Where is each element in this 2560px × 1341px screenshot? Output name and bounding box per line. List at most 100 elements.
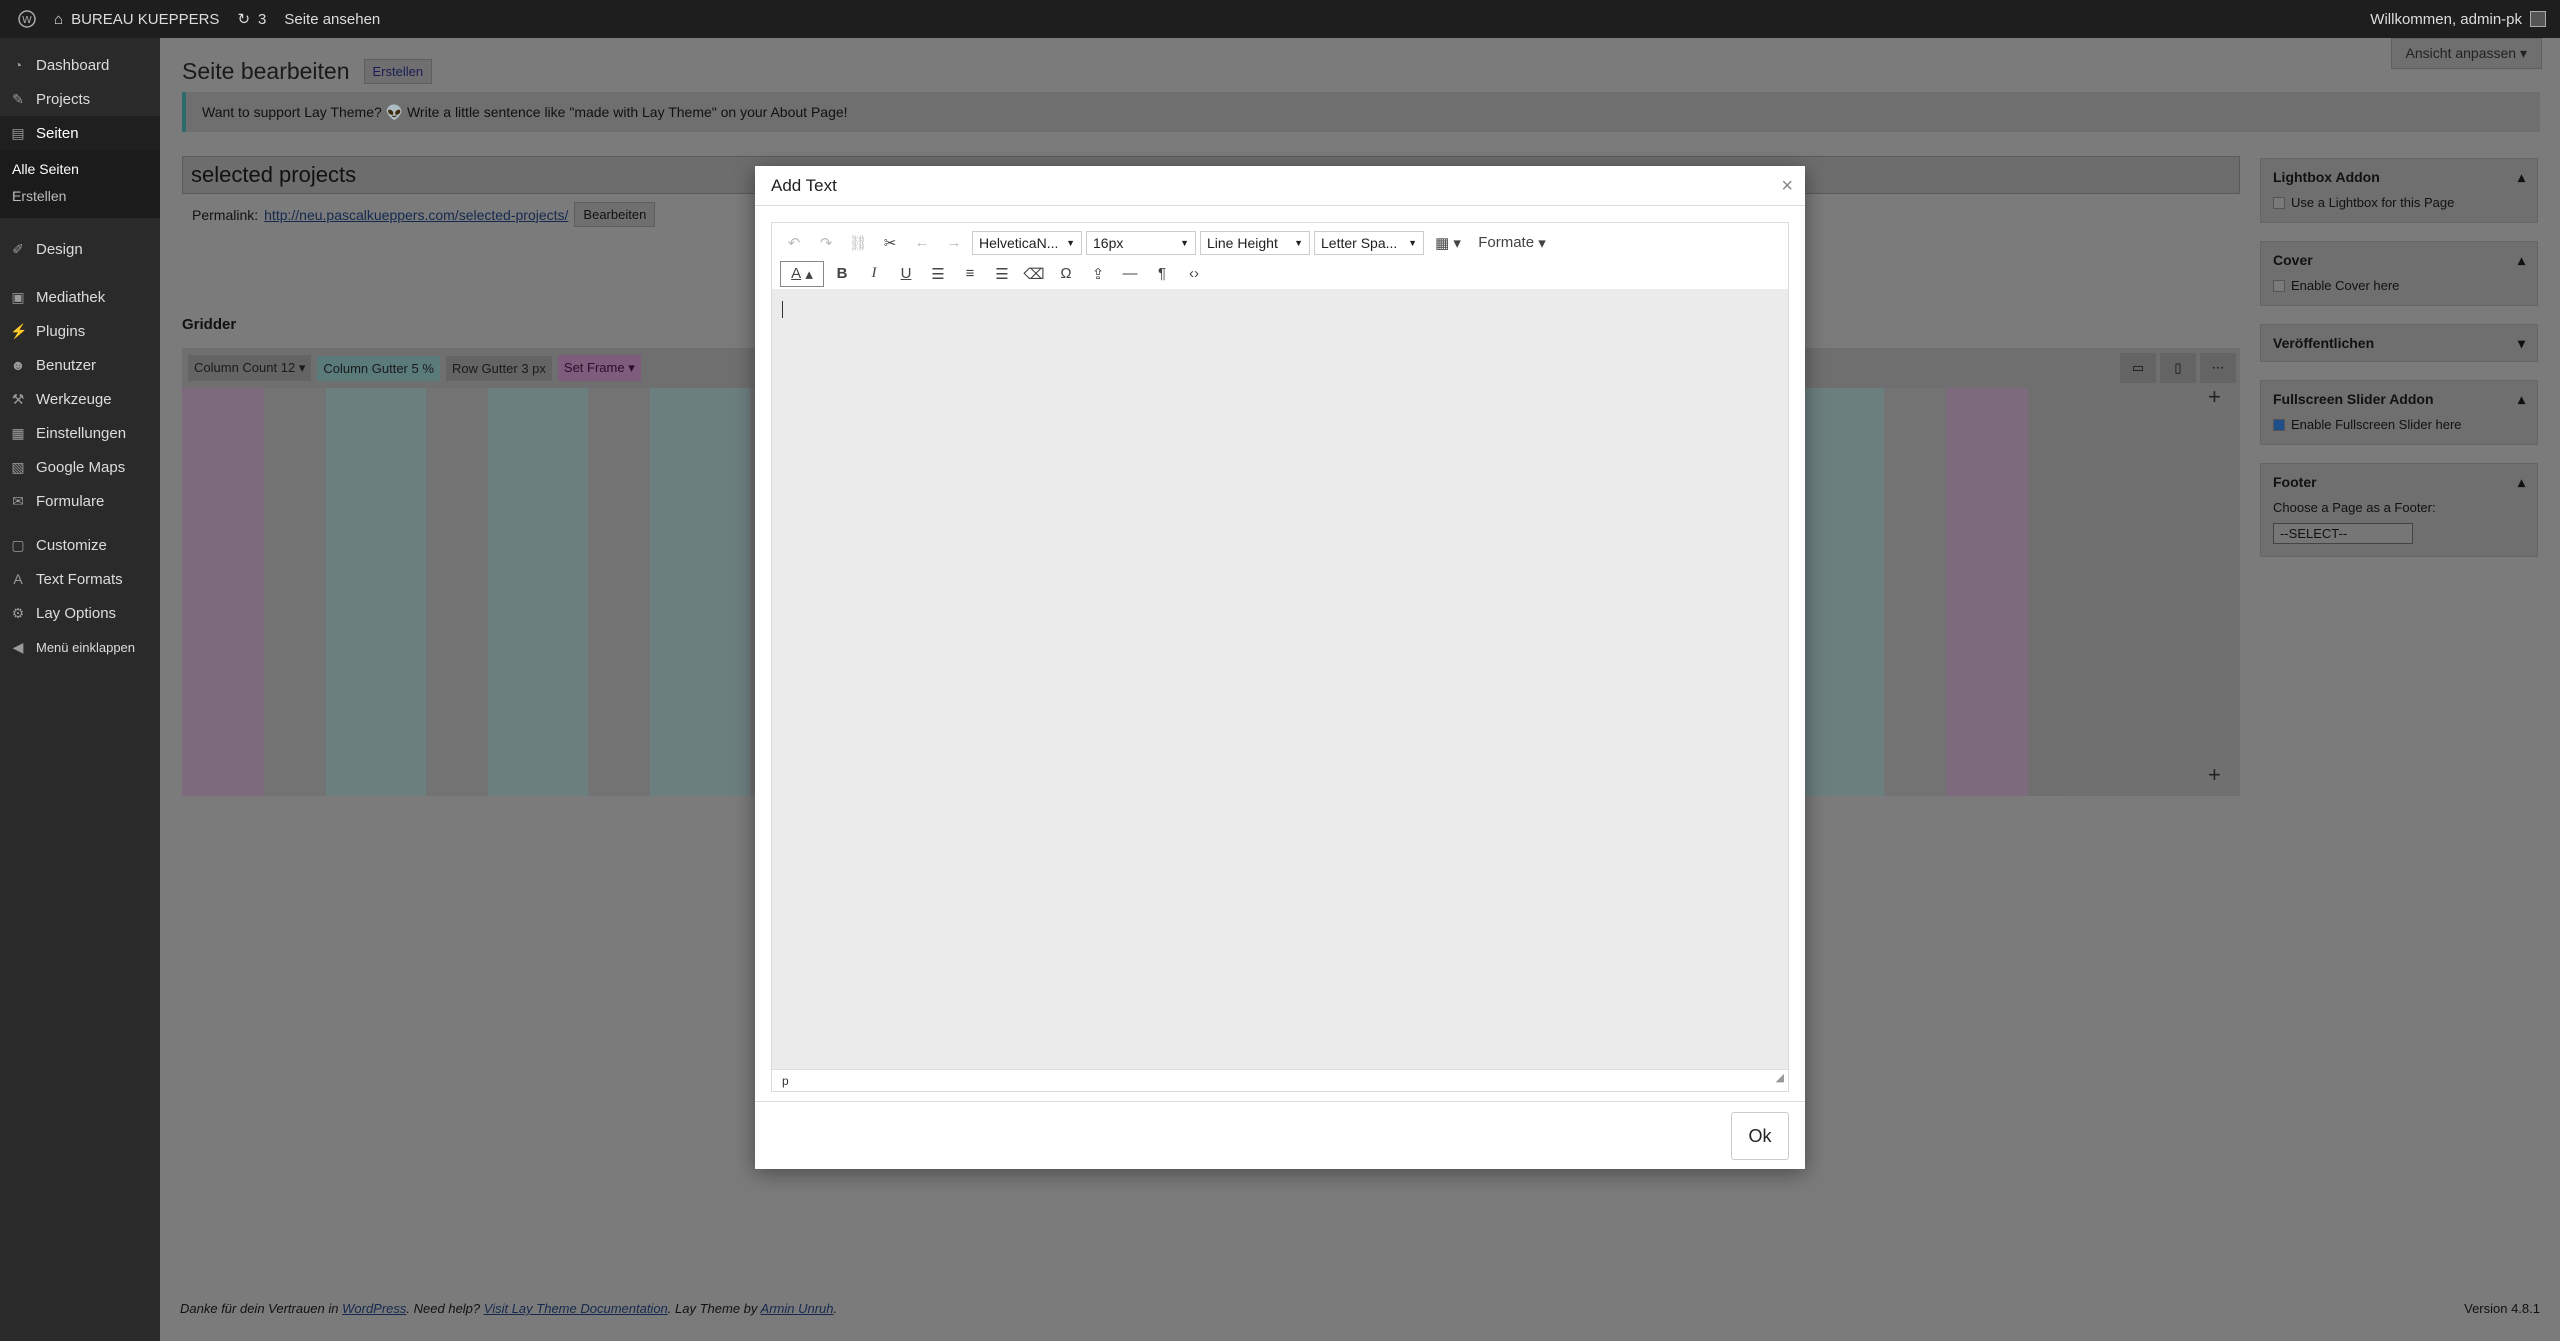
wordpress-logo[interactable]: W [18,10,36,28]
bold-icon[interactable]: B [828,261,856,287]
lightbox-checkbox[interactable] [2273,197,2285,209]
paragraph-icon[interactable]: ¶ [1148,261,1176,287]
phone-view-icon[interactable]: ▯ [2160,353,2196,383]
formats-menu[interactable]: Formate ▾ [1472,230,1552,256]
lightbox-header[interactable]: Lightbox Addon ▴ [2261,159,2537,195]
sidebar-item-dashboard[interactable]: ◔ Dashboard [0,48,160,82]
italic-icon[interactable]: I [860,261,888,287]
cover-header[interactable]: Cover ▴ [2261,242,2537,278]
screen-options-button[interactable]: Ansicht anpassen ▾ [2390,38,2542,69]
column-count-control[interactable]: Column Count 12 ▾ [188,355,312,381]
sidebar-item-users[interactable]: ☻ Benutzer [0,348,160,382]
author-link[interactable]: Armin Unruh [761,1301,834,1316]
more-options-icon[interactable]: ⋯ [2200,353,2236,383]
align-center-icon[interactable]: ≡ [956,261,984,287]
grid-side-rail [2028,388,2062,796]
grid-column [326,388,426,796]
site-name-link[interactable]: ⌂ BUREAU KUEPPERS [54,11,219,28]
column-count-value: 12 [280,360,296,375]
lightbox-option-label: Use a Lightbox for this Page [2291,195,2455,210]
text-caret [782,301,783,318]
arrow-right-icon[interactable]: → [940,230,968,256]
grid-frame-right [1946,388,2028,796]
letter-spacing-value: Letter Spa... [1321,234,1398,251]
special-char-icon[interactable]: Ω [1052,261,1080,287]
align-right-icon[interactable]: ☰ [988,261,1016,287]
user-icon: ☻ [10,357,26,373]
desktop-view-icon[interactable]: ▭ [2120,353,2156,383]
collapse-arrow-icon: ▴ [2517,391,2525,407]
sidebar-label: Mediathek [36,288,106,306]
account-menu[interactable]: Willkommen, admin-pk [2370,11,2546,28]
publish-header[interactable]: Veröffentlichen ▾ [2261,325,2537,361]
footer-help: . Need help? [406,1301,484,1316]
formats-label: Formate [1478,234,1535,251]
horizontal-rule-icon[interactable]: — [1116,261,1144,287]
sidebar-item-plugins[interactable]: ⚡ Plugins [0,314,160,348]
view-page-link[interactable]: Seite ansehen [284,11,380,28]
line-height-select[interactable]: Line Height ▼ [1200,230,1310,255]
permalink-edit-button[interactable]: Bearbeiten [574,202,656,227]
add-row-bottom-icon[interactable]: + [2208,762,2221,788]
brush-icon: ✐ [12,240,24,257]
underline-icon[interactable]: U [892,261,920,287]
row-gutter-control[interactable]: Row Gutter 3 px [445,355,552,381]
align-left-icon[interactable]: ☰ [924,261,952,287]
sidebar-item-pages[interactable]: ▤ Seiten [0,116,160,150]
set-frame-button[interactable]: Set Frame ▾ [557,355,641,381]
undo-icon[interactable]: ↶ [780,230,808,256]
sidebar-item-media[interactable]: ▣ Mediathek [0,280,160,314]
sidebar-item-text-formats[interactable]: A Text Formats [0,562,160,596]
footer-thanks: Danke für dein Vertrauen in [180,1301,343,1316]
font-family-select[interactable]: HelveticaN... ▼ [972,230,1082,255]
code-icon[interactable]: ‹› [1180,261,1208,287]
resize-handle-icon[interactable]: ◢ [1776,1067,1784,1089]
sidebar-item-tools[interactable]: ⚒ Werkzeuge [0,382,160,416]
link-icon[interactable]: ⛓ [844,230,872,256]
sidebar-item-projects[interactable]: ✎ Projects [0,82,160,116]
redo-icon[interactable]: ↷ [812,230,840,256]
updates-link[interactable]: ↻ 3 [237,10,267,29]
letter-spacing-select[interactable]: Letter Spa... ▼ [1314,230,1424,255]
column-gutter-control[interactable]: Column Gutter 5 % [317,355,440,381]
close-icon[interactable]: × [1781,166,1793,206]
sidebar-item-forms[interactable]: ✉ Formulare [0,484,160,518]
submenu-all-pages[interactable]: Alle Seiten [0,156,160,183]
permalink-link[interactable]: http://neu.pascalkueppers.com/selected-p… [264,207,568,223]
gridder-view-buttons: ▭ ▯ ⋯ [2120,353,2236,383]
footer-box: Footer ▴ Choose a Page as a Footer: --SEL… [2260,463,2538,557]
sidebar-item-design[interactable]: ✐ Design [0,232,160,266]
footer-select[interactable]: --SELECT-- [2273,523,2413,544]
add-row-top-icon[interactable]: + [2208,384,2221,410]
slider-header[interactable]: Fullscreen Slider Addon ▴ [2261,381,2537,417]
cover-checkbox[interactable] [2273,280,2285,292]
table-icon[interactable]: ▦ ▾ [1428,230,1468,256]
editor-content-area[interactable] [772,289,1788,1069]
collapse-arrow-icon: ▴ [2517,474,2525,490]
docs-link[interactable]: Visit Lay Theme Documentation [484,1301,668,1316]
view-page-label: Seite ansehen [284,10,381,28]
text-color-icon[interactable]: A ▴ [780,260,824,287]
site-name: BUREAU KUEPPERS [71,10,220,28]
screen-options-label: Ansicht anpassen [2405,45,2517,61]
sidebar-item-settings[interactable]: ▦ Einstellungen [0,416,160,450]
slider-checkbox[interactable] [2273,419,2285,431]
updates-count: 3 [258,10,267,28]
sidebar-item-customize[interactable]: ▢ Customize [0,528,160,562]
upload-icon[interactable]: ⇪ [1084,261,1112,287]
sidebar-collapse[interactable]: ◀ Menü einklappen [0,630,160,664]
arrow-left-icon[interactable]: ← [908,230,936,256]
collapse-icon: ◀ [12,638,24,655]
pages-submenu: Alle Seiten Erstellen [0,150,160,218]
footer-header[interactable]: Footer ▴ [2261,464,2537,500]
ok-button[interactable]: Ok [1731,1112,1789,1160]
create-page-button[interactable]: Erstellen [363,59,433,84]
unlink-icon[interactable]: ✂ [876,230,904,256]
expand-arrow-icon: ▾ [2517,335,2525,351]
sidebar-item-google-maps[interactable]: ▧ Google Maps [0,450,160,484]
sidebar-item-lay-options[interactable]: ⚙ Lay Options [0,596,160,630]
clear-formatting-icon[interactable]: ⌫ [1020,261,1048,287]
font-size-select[interactable]: 16px ▼ [1086,230,1196,255]
wordpress-link[interactable]: WordPress [342,1301,406,1316]
submenu-create[interactable]: Erstellen [0,183,160,210]
